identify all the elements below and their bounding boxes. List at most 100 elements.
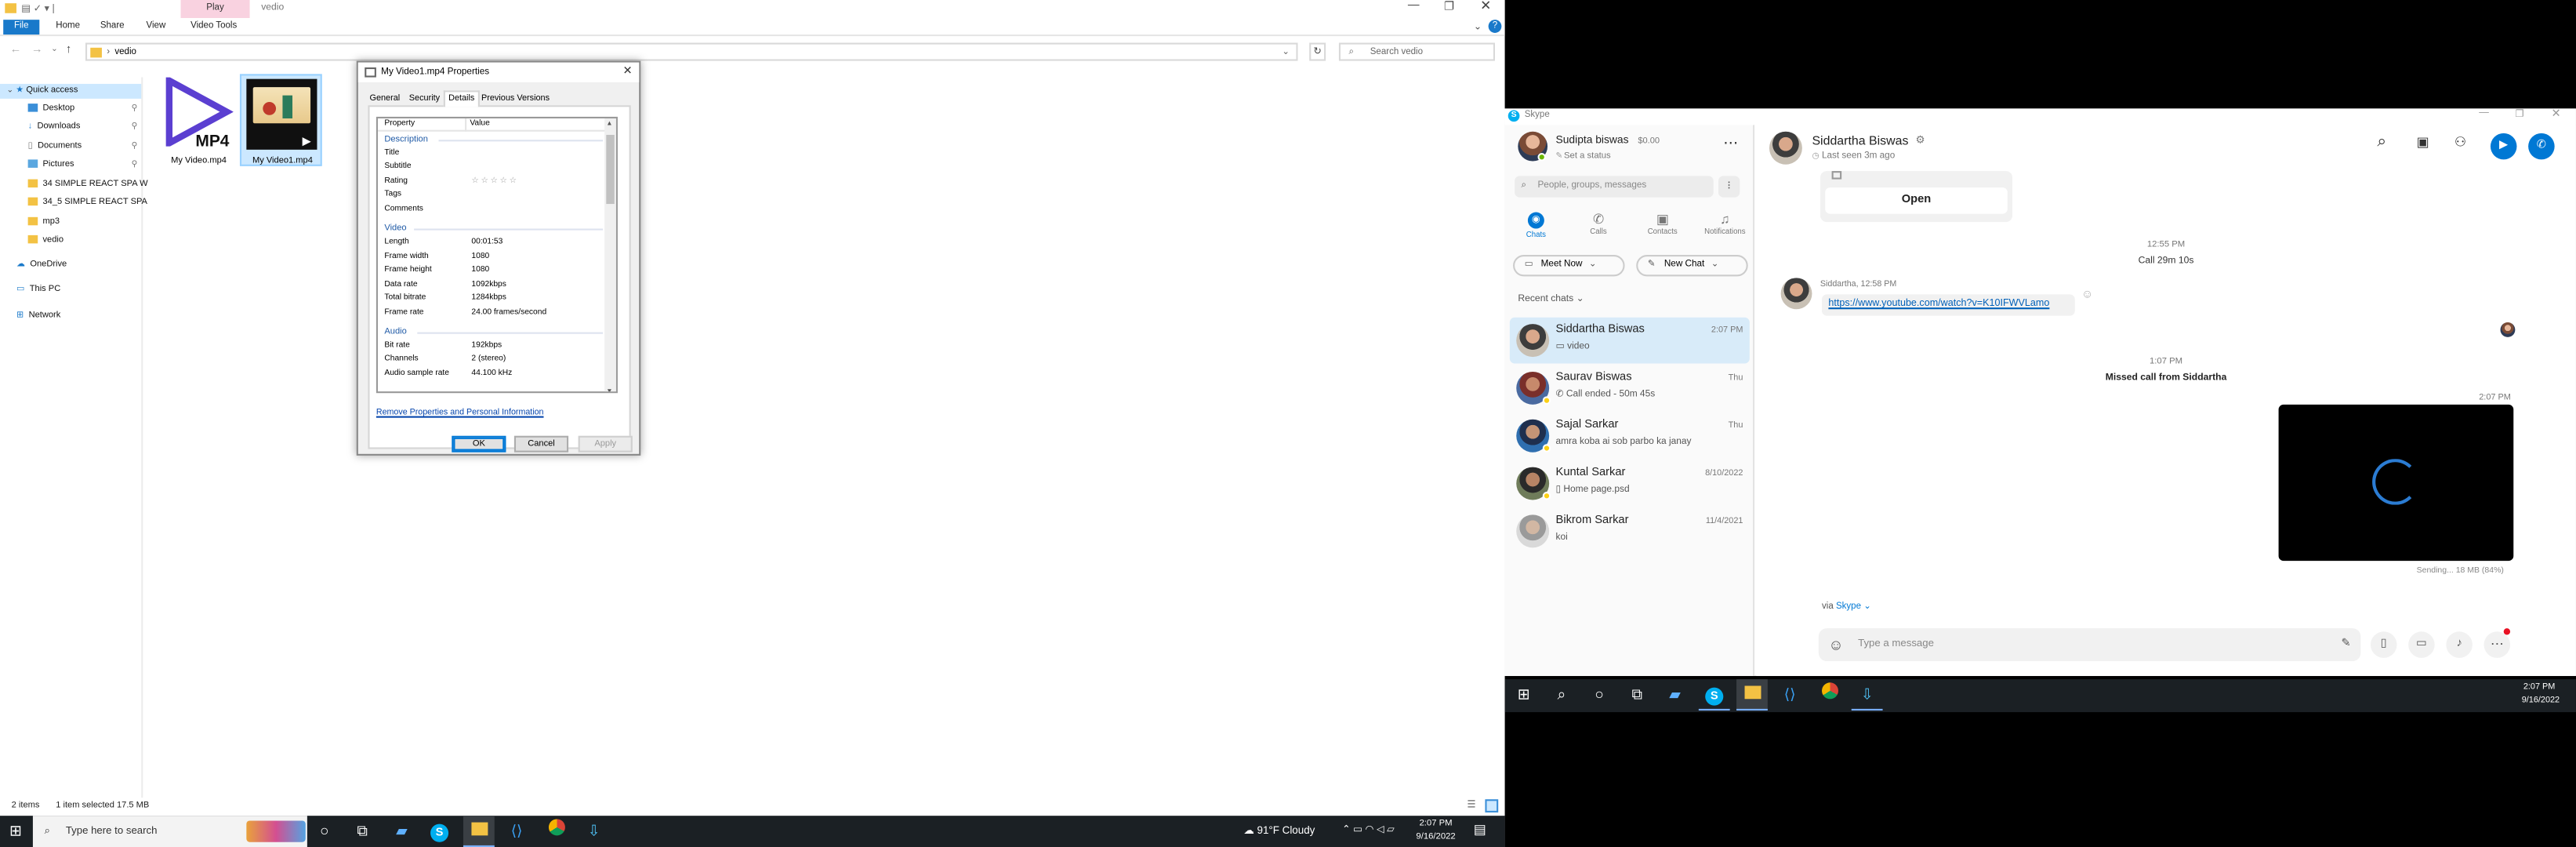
dialog-close-icon[interactable]: ✕ <box>622 63 632 82</box>
nav-documents[interactable]: ▯ Documents <box>28 140 82 154</box>
scrollbar-thumb[interactable] <box>606 134 615 205</box>
windows-start-icon[interactable]: ⊞ <box>1508 679 1540 711</box>
property-row[interactable]: Frame rate 24.00 frames/second <box>378 307 616 321</box>
nav-vedio[interactable]: vedio <box>27 234 63 249</box>
more-actions-icon[interactable]: ⋯ <box>2483 631 2511 658</box>
tab-file[interactable]: File <box>3 20 40 35</box>
search-input[interactable]: ⌕ Search vedio <box>1338 42 1495 61</box>
up-arrow-icon[interactable]: ↑ <box>66 45 71 56</box>
clock-date[interactable]: 9/16/2022 <box>2522 696 2560 706</box>
tab-general[interactable]: General <box>366 92 403 105</box>
maximize-button[interactable]: ❐ <box>2515 108 2523 121</box>
nav-calls[interactable]: ✆ Calls <box>1577 213 1620 245</box>
search-icon[interactable]: ⌕ <box>1546 679 1577 711</box>
tab-view[interactable]: View <box>147 20 166 35</box>
tab-video-tools[interactable]: Video Tools <box>190 20 237 35</box>
via-skype-link[interactable]: Skype <box>1836 602 1861 613</box>
help-icon[interactable]: ? <box>1488 20 1502 33</box>
youtube-link[interactable]: https://www.youtube.com/watch?v=K10IFWVL… <box>1828 300 2049 310</box>
property-row[interactable]: Comments <box>378 204 616 217</box>
taskbar-search-box[interactable]: ⌕ Type here to search <box>32 816 307 847</box>
audio-call-icon[interactable]: ✆ <box>2528 133 2555 160</box>
chat-item[interactable]: Siddartha Biswas ▭ video 2:07 PM <box>1509 317 1750 364</box>
tab-security[interactable]: Security <box>406 92 444 105</box>
details-view-icon[interactable]: ☰ <box>1467 798 1475 814</box>
nav-downloads[interactable]: ↓ Downloads <box>28 120 81 135</box>
profile-name[interactable]: Sudipta biswas <box>1556 135 1629 147</box>
property-row[interactable]: Total bitrate 1284kbps <box>378 293 616 306</box>
nav-onedrive[interactable]: ☁ OneDrive <box>16 258 67 273</box>
property-row[interactable]: Tags <box>378 189 616 202</box>
file-explorer-icon[interactable] <box>1736 679 1768 711</box>
scrollbar[interactable]: ▲ ▼ <box>604 118 616 392</box>
vscode-icon[interactable]: ⟨⟩ <box>501 816 532 847</box>
nav-mp3[interactable]: mp3 <box>27 216 60 231</box>
property-row[interactable]: Subtitle <box>378 162 616 175</box>
property-row[interactable]: Length 00:01:53 <box>378 237 616 250</box>
nav-this-pc[interactable]: ▭ This PC <box>16 283 60 298</box>
clock-time[interactable]: 2:07 PM <box>2523 682 2556 693</box>
video-upload-preview[interactable] <box>2278 404 2514 562</box>
chat-item[interactable]: Kuntal Sarkar ▯ Home page.psd 8/10/2022 <box>1510 460 1750 507</box>
store-icon[interactable]: ▰ <box>386 816 417 847</box>
minimize-button[interactable]: — <box>2479 108 2489 118</box>
set-status-link[interactable]: Set a status <box>1564 151 1611 162</box>
property-row[interactable]: Bit rate 192kbps <box>378 340 616 354</box>
file-item-selected[interactable]: ▶ My Video1.mp4 <box>239 74 322 166</box>
new-chat-button[interactable]: ✎ New Chat ⌄ <box>1636 255 1748 277</box>
recent-chats-label[interactable]: Recent chats ⌄ <box>1518 294 1584 304</box>
task-view-icon[interactable]: ⧉ <box>1621 679 1653 711</box>
minimize-button[interactable]: — <box>1408 0 1420 12</box>
open-file-button[interactable]: Open <box>1825 187 2008 214</box>
attach-file-icon[interactable]: ▯ <box>2370 631 2397 658</box>
address-bar[interactable]: › vedio ⌄ <box>85 42 1298 61</box>
gear-icon[interactable]: ⚙ <box>1915 133 1925 147</box>
refresh-icon[interactable]: ↻ <box>1309 42 1326 61</box>
message-input[interactable]: ☺ Type a message ✎ <box>1818 628 2361 662</box>
property-row[interactable]: Audio sample rate 44.100 kHz <box>378 369 616 382</box>
close-button[interactable]: ✕ <box>1480 0 1491 13</box>
ok-button[interactable]: OK <box>452 435 506 453</box>
nav-quick-access[interactable]: ⌄ ★ Quick access <box>0 83 142 99</box>
app-icon[interactable]: ⇩ <box>1851 679 1883 711</box>
file-explorer-icon[interactable] <box>463 816 495 847</box>
search-icon[interactable]: ⌕ <box>2377 133 2386 151</box>
people-search-input[interactable]: ⌕ People, groups, messages <box>1515 176 1714 198</box>
meet-now-button[interactable]: ▭ Meet Now ⌄ <box>1513 255 1625 277</box>
cancel-button[interactable]: Cancel <box>513 435 569 453</box>
play-contextual-tab[interactable]: Play <box>180 0 250 19</box>
property-row[interactable]: Frame width 1080 <box>378 252 616 265</box>
dialpad-icon[interactable]: ⁝ <box>1718 176 1740 198</box>
tab-details[interactable]: Details <box>443 90 480 107</box>
skype-icon[interactable]: S <box>430 823 449 842</box>
chrome-icon[interactable] <box>540 816 571 847</box>
nav-chats[interactable]: ◉ Chats <box>1515 212 1557 245</box>
remove-properties-link[interactable]: Remove Properties and Personal Informati… <box>376 408 544 418</box>
add-people-icon[interactable]: ⚇ <box>2454 135 2466 150</box>
system-tray-icons[interactable]: ⌃ ▭ ◠ ◁ ▱ <box>1342 816 1395 847</box>
nav-folder-1[interactable]: 34 SIMPLE REACT SPA W <box>27 177 148 192</box>
task-view-icon[interactable]: ⧉ <box>346 816 378 847</box>
clock-date[interactable]: 9/16/2022 <box>1413 832 1459 842</box>
contact-avatar[interactable] <box>1769 131 1802 165</box>
chrome-icon[interactable] <box>1814 679 1845 711</box>
chat-item[interactable]: Saurav Biswas ✆ Call ended - 50m 45s Thu <box>1510 365 1750 412</box>
tab-share[interactable]: Share <box>100 20 125 35</box>
weather-widget[interactable]: ☁ 91°F Cloudy <box>1243 816 1315 847</box>
property-row[interactable]: Rating ☆ ☆ ☆ ☆ ☆ <box>378 176 616 189</box>
windows-start-icon[interactable]: ⊞ <box>0 816 31 847</box>
tab-home[interactable]: Home <box>56 20 80 35</box>
nav-desktop[interactable]: Desktop <box>27 102 74 117</box>
property-row[interactable]: Channels 2 (stereo) <box>378 354 616 367</box>
cortana-icon[interactable]: ○ <box>309 816 340 847</box>
sender-avatar[interactable] <box>1780 278 1812 310</box>
emoji-icon[interactable]: ☺ <box>1828 628 1843 661</box>
app-icon[interactable]: ⇩ <box>579 816 610 847</box>
rating-stars[interactable]: ☆ ☆ ☆ ☆ ☆ <box>471 176 516 189</box>
back-arrow-icon[interactable]: ← <box>10 45 22 56</box>
large-icons-view-icon[interactable] <box>1485 799 1499 812</box>
nav-contacts[interactable]: ▣ Contacts <box>1642 213 1684 245</box>
maximize-button[interactable]: ❐ <box>1444 0 1454 13</box>
close-button[interactable]: ✕ <box>2551 107 2560 120</box>
clock-time[interactable]: 2:07 PM <box>1416 819 1455 829</box>
